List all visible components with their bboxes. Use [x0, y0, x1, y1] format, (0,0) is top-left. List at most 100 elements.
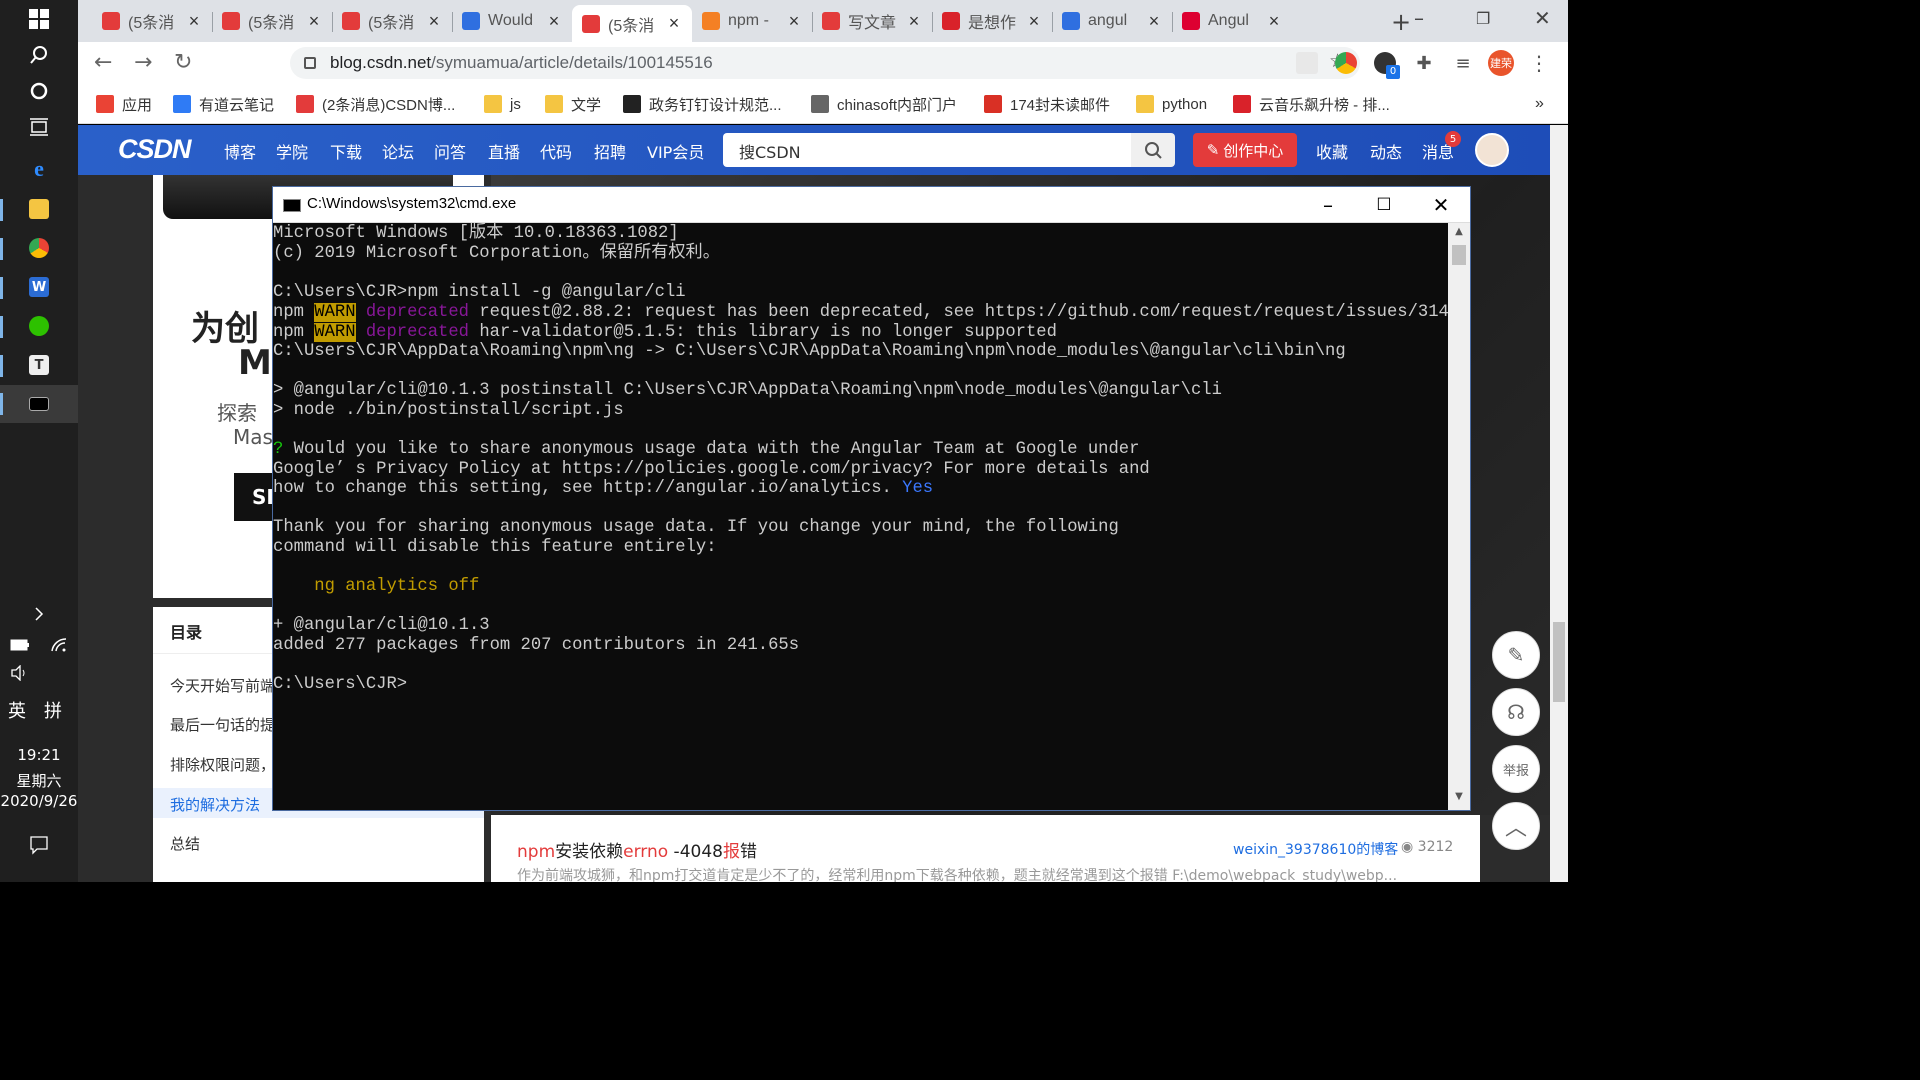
- csdn-nav-item[interactable]: 代码: [540, 139, 572, 163]
- bookmark-item[interactable]: chinasoft内部门户: [811, 92, 957, 116]
- bookmark-item[interactable]: python: [1136, 92, 1207, 116]
- taskbar-chrome[interactable]: [0, 229, 78, 267]
- action-center-button[interactable]: [0, 826, 78, 864]
- browser-tab[interactable]: (5条消 ×: [572, 5, 692, 42]
- more-bookmarks-button[interactable]: »: [1535, 92, 1544, 116]
- scroll-up-icon[interactable]: ▲: [1452, 226, 1466, 240]
- tab-close-icon[interactable]: ×: [664, 13, 684, 34]
- page-scroll-thumb[interactable]: [1553, 622, 1565, 702]
- bookmark-item[interactable]: js: [484, 92, 521, 116]
- ime-lang-indicator[interactable]: 英: [0, 697, 34, 723]
- task-view-button[interactable]: [0, 108, 78, 146]
- csdn-nav-item[interactable]: 博客: [224, 139, 256, 163]
- forward-button[interactable]: →: [134, 50, 152, 75]
- console-prompt[interactable]: C:\Users\CJR>: [273, 675, 407, 695]
- back-button[interactable]: ←: [94, 50, 112, 75]
- bookmark-item[interactable]: 174封未读邮件: [984, 92, 1110, 116]
- taskbar-explorer[interactable]: [0, 190, 78, 228]
- minimize-button[interactable]: –: [1414, 6, 1424, 30]
- cmd-close-button[interactable]: ✕: [1418, 191, 1464, 219]
- bookmark-item[interactable]: 云音乐飙升榜 - 排...: [1233, 92, 1390, 116]
- cmd-maximize-button[interactable]: ☐: [1361, 191, 1407, 219]
- tab-close-icon[interactable]: ×: [1024, 11, 1044, 32]
- csdn-nav-item[interactable]: 问答: [434, 139, 466, 163]
- csdn-nav-item[interactable]: 论坛: [382, 139, 414, 163]
- cmd-window[interactable]: C:\Windows\system32\cmd.exe – ☐ ✕ Micros…: [272, 186, 1471, 811]
- cmd-scroll-thumb[interactable]: [1452, 245, 1466, 265]
- browser-tab[interactable]: (5条消 ×: [332, 5, 452, 37]
- create-center-button[interactable]: ✎ 创作中心: [1193, 133, 1297, 167]
- tab-close-icon[interactable]: ×: [424, 11, 444, 32]
- wifi-button[interactable]: [39, 626, 78, 664]
- csdn-nav-item[interactable]: 下载: [330, 139, 362, 163]
- csdn-right-nav-item[interactable]: 收藏: [1316, 139, 1348, 163]
- taskbar-edge[interactable]: e: [0, 150, 78, 188]
- tab-close-icon[interactable]: ×: [184, 11, 204, 32]
- csdn-search-input[interactable]: 搜CSDN: [723, 133, 1131, 167]
- tab-close-icon[interactable]: ×: [544, 11, 564, 32]
- cmd-minimize-button[interactable]: –: [1305, 191, 1351, 219]
- write-float-button[interactable]: ✎: [1492, 631, 1540, 679]
- close-window-button[interactable]: ✕: [1534, 6, 1551, 30]
- media-control-icon[interactable]: ≡: [1452, 52, 1474, 74]
- puzzle-icon[interactable]: ✚: [1413, 52, 1435, 74]
- csdn-search-button[interactable]: [1131, 133, 1175, 167]
- toc-item[interactable]: 今天开始写前端: [170, 675, 275, 696]
- browser-tab[interactable]: npm - ×: [692, 5, 812, 37]
- bookmark-item[interactable]: 应用: [96, 92, 152, 116]
- cmd-console[interactable]: Microsoft Windows [版本 10.0.18363.1082] (…: [273, 223, 1448, 810]
- taskbar-word[interactable]: W: [0, 268, 78, 306]
- csdn-right-nav-item[interactable]: 动态: [1370, 139, 1402, 163]
- tab-close-icon[interactable]: ×: [904, 11, 924, 32]
- bookmark-item[interactable]: 文学: [545, 92, 601, 116]
- bookmark-item[interactable]: 政务钉钉设计规范...: [623, 92, 782, 116]
- volume-button[interactable]: [0, 654, 39, 692]
- cmd-scrollbar[interactable]: ▲ ▼: [1448, 223, 1470, 810]
- support-float-button[interactable]: ☊: [1492, 688, 1540, 736]
- new-tab-button[interactable]: +: [1391, 8, 1411, 36]
- bookmark-item[interactable]: (2条消息)CSDN博...: [296, 92, 455, 116]
- taskbar-wechat[interactable]: [0, 307, 78, 345]
- taskbar-cmd[interactable]: [0, 385, 78, 423]
- restore-button[interactable]: ❐: [1476, 9, 1490, 28]
- browser-tab[interactable]: Angul ×: [1172, 5, 1292, 37]
- recommended-author[interactable]: weixin_39378610的博客: [1233, 839, 1398, 859]
- user-avatar[interactable]: [1475, 133, 1509, 167]
- csdn-nav-item[interactable]: 直播: [488, 139, 520, 163]
- toc-item-active[interactable]: 我的解决方法: [170, 794, 260, 815]
- recommended-article[interactable]: npm安装依赖errno -4048报错 weixin_39378610的博客 …: [491, 815, 1480, 882]
- ime-mode-indicator[interactable]: 拼: [38, 697, 68, 723]
- toc-item[interactable]: 最后一句话的提: [170, 714, 275, 735]
- scroll-down-icon[interactable]: ▼: [1452, 791, 1466, 805]
- profile-avatar[interactable]: 建荣: [1488, 50, 1514, 76]
- clock-time[interactable]: 19:21: [0, 746, 78, 764]
- csdn-nav-item[interactable]: 招聘: [594, 139, 626, 163]
- browser-tab[interactable]: (5条消 ×: [212, 5, 332, 37]
- bookmark-item[interactable]: 有道云笔记: [173, 92, 274, 116]
- search-button[interactable]: [0, 36, 78, 74]
- taskbar-typora[interactable]: T: [0, 346, 78, 384]
- back-to-top-button[interactable]: ︿: [1492, 802, 1540, 850]
- page-scrollbar[interactable]: [1550, 125, 1568, 882]
- browser-tab[interactable]: 是想作 ×: [932, 5, 1052, 37]
- address-bar[interactable]: blog.csdn.net/symuamua/article/details/1…: [290, 47, 1360, 79]
- csdn-logo[interactable]: CSDN: [118, 134, 192, 165]
- toc-item[interactable]: 排除权限问题，: [170, 754, 275, 775]
- tab-close-icon[interactable]: ×: [304, 11, 324, 32]
- start-button[interactable]: [0, 0, 78, 38]
- extension-grid-icon[interactable]: [1296, 52, 1318, 74]
- tab-close-icon[interactable]: ×: [784, 11, 804, 32]
- tab-close-icon[interactable]: ×: [1144, 11, 1164, 32]
- browser-tab[interactable]: Would ×: [452, 5, 572, 37]
- extension-chrome-icon[interactable]: [1335, 52, 1357, 74]
- cortana-button[interactable]: [0, 72, 78, 110]
- report-float-button[interactable]: 举报: [1492, 745, 1540, 793]
- browser-tab[interactable]: 写文章 ×: [812, 5, 932, 37]
- tab-close-icon[interactable]: ×: [1264, 11, 1284, 32]
- browser-tab[interactable]: angul ×: [1052, 5, 1172, 37]
- cmd-titlebar[interactable]: C:\Windows\system32\cmd.exe – ☐ ✕: [273, 187, 1470, 223]
- reload-button[interactable]: ↻: [174, 50, 192, 75]
- toc-item[interactable]: 总结: [170, 833, 200, 854]
- csdn-nav-item[interactable]: 学院: [276, 139, 308, 163]
- browser-tab[interactable]: (5条消 ×: [92, 5, 212, 37]
